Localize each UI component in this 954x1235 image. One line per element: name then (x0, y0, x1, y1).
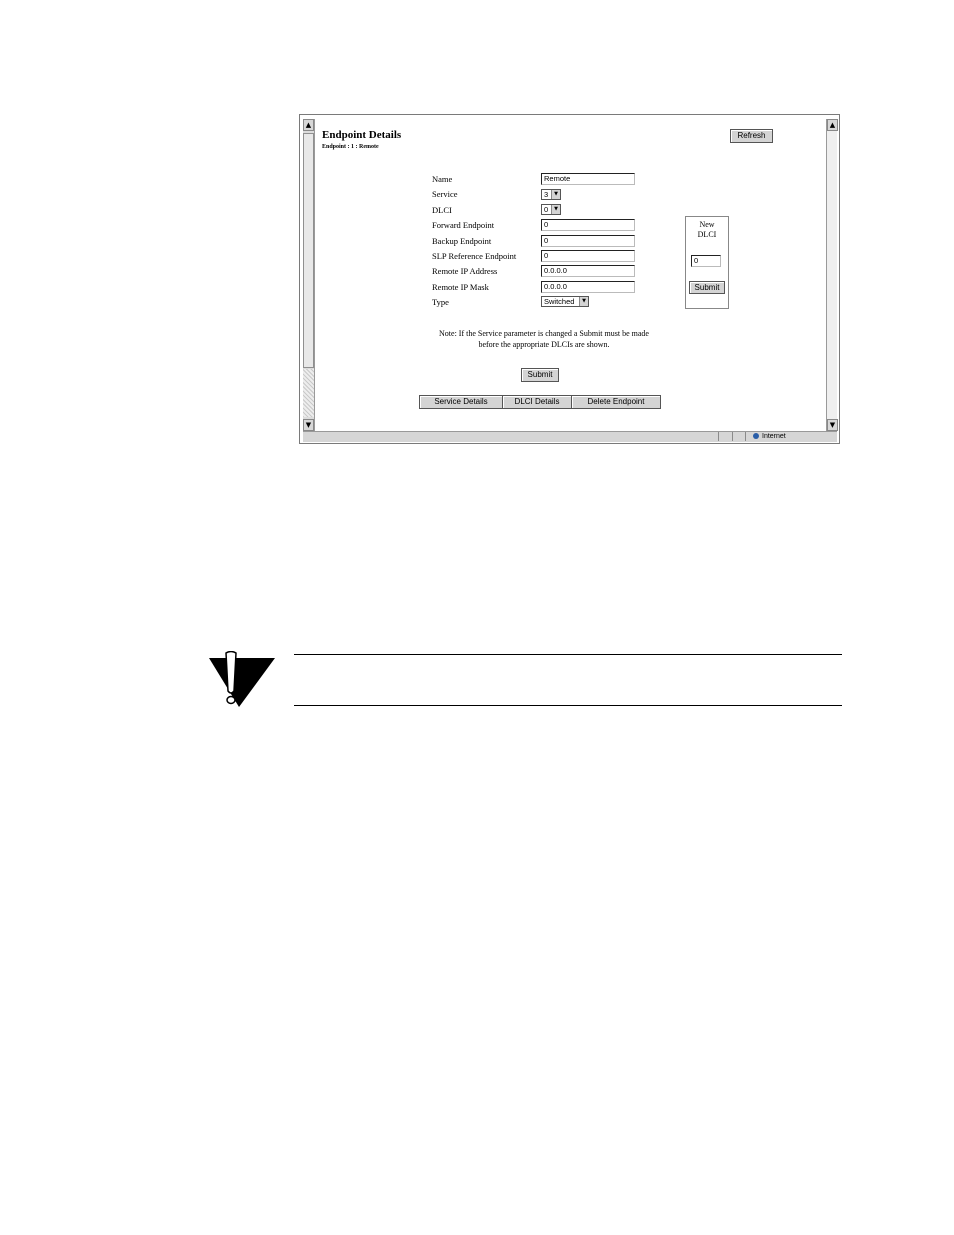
dlci-select[interactable]: 0 ▼ (541, 204, 561, 215)
page-subtitle: Endpoint : 1 : Remote (322, 144, 379, 150)
dlci-selected-value: 0 (544, 205, 549, 214)
new-dlci-heading: New DLCI (686, 220, 728, 240)
name-label: Name (432, 174, 453, 184)
status-divider (732, 432, 733, 441)
new-dlci-heading-line1: New (699, 220, 715, 229)
left-scrollbar[interactable]: ▲ ▼ (303, 119, 315, 431)
forward-endpoint-field[interactable]: 0 (541, 219, 635, 231)
type-select[interactable]: Switched ▼ (541, 296, 589, 307)
globe-icon (753, 433, 759, 440)
remote-ip-mask-field[interactable]: 0.0.0.0 (541, 281, 635, 293)
browser-screenshot: ▲ ▼ ▲ ▼ Endpoint Details Endpoint : 1 : … (299, 114, 840, 444)
scrollbar-track[interactable] (303, 369, 314, 417)
service-change-note: Note: If the Service parameter is change… (439, 329, 649, 349)
new-dlci-submit-button[interactable]: Submit (689, 281, 725, 294)
status-bar: Internet (303, 431, 837, 442)
tab-service-details[interactable]: Service Details (419, 395, 503, 409)
slp-reference-endpoint-label: SLP Reference Endpoint (432, 251, 517, 261)
dlci-label: DLCI (432, 205, 452, 215)
scroll-up-arrow-icon[interactable]: ▲ (303, 119, 314, 131)
page-title: Endpoint Details (322, 129, 402, 141)
right-scrollbar[interactable]: ▲ ▼ (826, 119, 838, 431)
dropdown-arrow-icon[interactable]: ▼ (579, 297, 588, 306)
dropdown-arrow-icon[interactable]: ▼ (551, 205, 560, 214)
caution-top-rule (294, 654, 842, 655)
refresh-button[interactable]: Refresh (730, 129, 773, 143)
status-divider (745, 432, 746, 441)
forward-endpoint-label: Forward Endpoint (432, 220, 495, 230)
tab-dlci-details[interactable]: DLCI Details (502, 395, 572, 409)
name-field[interactable]: Remote (541, 173, 635, 185)
scroll-up-arrow-icon[interactable]: ▲ (827, 119, 838, 131)
status-divider (718, 432, 719, 441)
new-dlci-panel: New DLCI 0 Submit (685, 216, 729, 309)
dropdown-arrow-icon[interactable]: ▼ (551, 190, 560, 199)
new-dlci-field[interactable]: 0 (691, 255, 721, 267)
tab-delete-endpoint[interactable]: Delete Endpoint (571, 395, 661, 409)
caution-icon (209, 651, 275, 707)
submit-button[interactable]: Submit (521, 368, 559, 382)
type-selected-value: Switched (544, 297, 575, 306)
type-label: Type (432, 297, 449, 307)
service-selected-value: 3 (544, 190, 549, 199)
caution-bottom-rule (294, 705, 842, 706)
slp-reference-endpoint-field[interactable]: 0 (541, 250, 635, 262)
scrollbar-thumb[interactable] (303, 133, 314, 368)
scroll-down-arrow-icon[interactable]: ▼ (303, 419, 314, 431)
remote-ip-mask-label: Remote IP Mask (432, 282, 489, 292)
remote-ip-address-field[interactable]: 0.0.0.0 (541, 265, 635, 277)
backup-endpoint-label: Backup Endpoint (432, 236, 492, 246)
backup-endpoint-field[interactable]: 0 (541, 235, 635, 247)
new-dlci-heading-line2: DLCI (697, 230, 717, 239)
remote-ip-address-label: Remote IP Address (432, 266, 498, 276)
service-select[interactable]: 3 ▼ (541, 189, 561, 200)
scroll-down-arrow-icon[interactable]: ▼ (827, 419, 838, 431)
service-label: Service (432, 189, 458, 199)
security-zone: Internet (749, 432, 786, 441)
security-zone-label: Internet (762, 433, 786, 440)
